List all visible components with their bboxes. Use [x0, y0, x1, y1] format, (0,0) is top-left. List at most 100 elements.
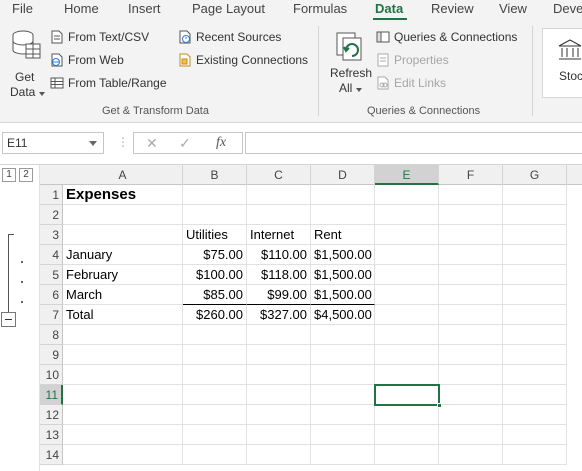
existing-connections-button[interactable]: Existing Connections: [178, 53, 308, 67]
cell-f9[interactable]: [439, 345, 503, 365]
cell-f2[interactable]: [439, 205, 503, 225]
cell-a4[interactable]: January: [63, 245, 183, 265]
tab-review[interactable]: Review: [431, 1, 474, 16]
column-header-a[interactable]: A: [63, 165, 183, 185]
cell-f14[interactable]: [439, 445, 503, 465]
cell-d11[interactable]: [311, 385, 375, 405]
cell-a7[interactable]: Total: [63, 305, 183, 325]
cell-a9[interactable]: [63, 345, 183, 365]
cell-a5[interactable]: February: [63, 265, 183, 285]
name-box[interactable]: E11: [2, 132, 104, 154]
tab-view[interactable]: View: [499, 1, 527, 16]
cell-e12[interactable]: [375, 405, 439, 425]
tab-page-layout[interactable]: Page Layout: [192, 1, 265, 16]
cell-d2[interactable]: [311, 205, 375, 225]
cell-f7[interactable]: [439, 305, 503, 325]
cell-b11[interactable]: [183, 385, 247, 405]
cell-d3[interactable]: Rent: [311, 225, 375, 245]
cell-a6[interactable]: March: [63, 285, 183, 305]
cell-g9[interactable]: [503, 345, 567, 365]
cell-d9[interactable]: [311, 345, 375, 365]
get-data-button[interactable]: Get Data: [6, 26, 46, 99]
cell-a14[interactable]: [63, 445, 183, 465]
recent-sources-button[interactable]: Recent Sources: [178, 30, 281, 44]
cell-d6[interactable]: $1,500.00: [311, 285, 375, 305]
cell-b3[interactable]: Utilities: [183, 225, 247, 245]
cell-a8[interactable]: [63, 325, 183, 345]
row-header-3[interactable]: 3: [40, 225, 63, 245]
cell-g5[interactable]: [503, 265, 567, 285]
cell-b12[interactable]: [183, 405, 247, 425]
chevron-down-icon[interactable]: [89, 141, 97, 146]
from-text-csv-button[interactable]: From Text/CSV: [50, 30, 149, 44]
cell-c7[interactable]: $327.00: [247, 305, 311, 325]
outline-level-1-button[interactable]: 1: [2, 168, 16, 182]
row-header-6[interactable]: 6: [40, 285, 63, 305]
cell-b10[interactable]: [183, 365, 247, 385]
tab-formulas[interactable]: Formulas: [293, 1, 347, 16]
insert-function-icon[interactable]: fx: [216, 135, 226, 151]
tab-developer[interactable]: Deve: [553, 1, 582, 16]
cell-c12[interactable]: [247, 405, 311, 425]
cell-a3[interactable]: [63, 225, 183, 245]
cell-e2[interactable]: [375, 205, 439, 225]
cell-c5[interactable]: $118.00: [247, 265, 311, 285]
cell-c1[interactable]: [247, 185, 311, 205]
column-header-c[interactable]: C: [247, 165, 311, 185]
cell-c3[interactable]: Internet: [247, 225, 311, 245]
cell-f12[interactable]: [439, 405, 503, 425]
cell-e4[interactable]: [375, 245, 439, 265]
tab-insert[interactable]: Insert: [128, 1, 161, 16]
row-header-12[interactable]: 12: [40, 405, 63, 425]
cell-g13[interactable]: [503, 425, 567, 445]
row-header-1[interactable]: 1: [40, 185, 63, 205]
column-header-e[interactable]: E: [375, 165, 439, 185]
column-header-g[interactable]: G: [503, 165, 567, 185]
cancel-icon[interactable]: ✕: [146, 135, 158, 152]
row-header-10[interactable]: 10: [40, 365, 63, 385]
cell-g14[interactable]: [503, 445, 567, 465]
cell-g12[interactable]: [503, 405, 567, 425]
cell-b7[interactable]: $260.00: [183, 305, 247, 325]
tab-file[interactable]: File: [12, 1, 33, 16]
cell-g4[interactable]: [503, 245, 567, 265]
column-header-d[interactable]: D: [311, 165, 375, 185]
cell-b5[interactable]: $100.00: [183, 265, 247, 285]
cell-a10[interactable]: [63, 365, 183, 385]
cell-e5[interactable]: [375, 265, 439, 285]
row-header-8[interactable]: 8: [40, 325, 63, 345]
from-web-button[interactable]: From Web: [50, 53, 124, 67]
cell-g2[interactable]: [503, 205, 567, 225]
stocks-button[interactable]: Stoc: [542, 28, 582, 98]
from-table-range-button[interactable]: From Table/Range: [50, 76, 167, 90]
cell-f6[interactable]: [439, 285, 503, 305]
cell-e9[interactable]: [375, 345, 439, 365]
row-header-14[interactable]: 14: [40, 445, 63, 465]
row-header-2[interactable]: 2: [40, 205, 63, 225]
cell-g6[interactable]: [503, 285, 567, 305]
cell-d1[interactable]: [311, 185, 375, 205]
cell-e6[interactable]: [375, 285, 439, 305]
cell-c11[interactable]: [247, 385, 311, 405]
cell-b8[interactable]: [183, 325, 247, 345]
tab-data[interactable]: Data: [375, 1, 403, 16]
column-header-f[interactable]: F: [439, 165, 503, 185]
properties-button[interactable]: Properties: [376, 53, 449, 67]
cell-f4[interactable]: [439, 245, 503, 265]
cell-e13[interactable]: [375, 425, 439, 445]
cell-c13[interactable]: [247, 425, 311, 445]
cell-c9[interactable]: [247, 345, 311, 365]
row-header-5[interactable]: 5: [40, 265, 63, 285]
row-header-11[interactable]: 11: [40, 385, 63, 405]
cell-g11[interactable]: [503, 385, 567, 405]
cell-a11[interactable]: [63, 385, 183, 405]
cell-b6[interactable]: $85.00: [183, 285, 247, 305]
cell-b2[interactable]: [183, 205, 247, 225]
cell-b4[interactable]: $75.00: [183, 245, 247, 265]
cell-d13[interactable]: [311, 425, 375, 445]
formula-input[interactable]: [245, 132, 582, 154]
outline-level-2-button[interactable]: 2: [19, 168, 33, 182]
cell-c10[interactable]: [247, 365, 311, 385]
cell-d10[interactable]: [311, 365, 375, 385]
cell-f8[interactable]: [439, 325, 503, 345]
